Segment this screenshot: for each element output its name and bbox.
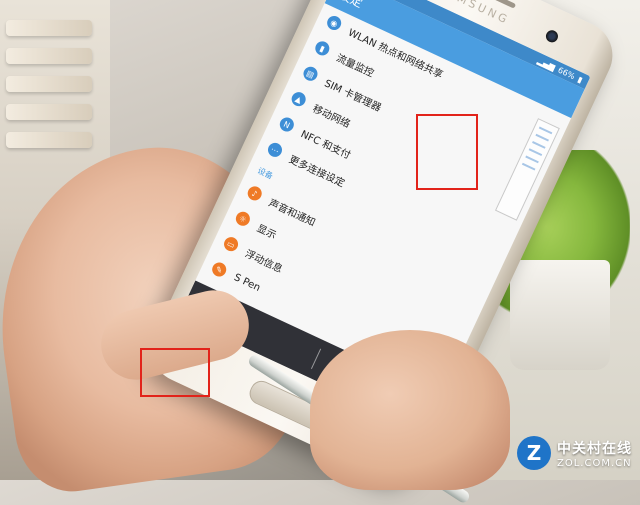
zol-logo-icon: Z: [517, 436, 551, 470]
nfc-icon: N: [277, 115, 297, 134]
settings-item-label: 显示: [255, 222, 278, 242]
watermark-text: 中关村在线 ZOL.COM.CN: [557, 438, 632, 469]
sim-card-icon: ▤: [301, 64, 320, 84]
watermark: Z 中关村在线 ZOL.COM.CN: [517, 436, 632, 470]
right-hand: [310, 330, 510, 490]
preview-line: [535, 133, 549, 142]
highlight-box-scroll-preview: [416, 114, 478, 190]
mobile-network-icon: ▲: [289, 89, 308, 109]
settings-item-label: S Pen: [232, 271, 263, 294]
more-connections-icon: ⋯: [265, 140, 285, 160]
preview-line: [521, 162, 536, 171]
highlight-box-capture-more: [140, 348, 210, 397]
watermark-domain: ZOL.COM.CN: [557, 457, 632, 469]
sound-icon: ♪: [245, 184, 265, 203]
preview-line: [528, 148, 543, 157]
preview-line: [525, 155, 539, 164]
s-pen-icon: ✎: [209, 260, 229, 279]
floating-info-icon: ▭: [221, 234, 241, 254]
preview-line: [538, 126, 553, 135]
preview-line: [532, 141, 546, 149]
battery-icon: ▮: [576, 74, 585, 85]
data-usage-icon: ▮: [313, 39, 332, 58]
wifi-hotspot-icon: ◉: [324, 13, 344, 33]
page-title: 设定: [337, 0, 366, 11]
watermark-name: 中关村在线: [557, 440, 632, 457]
display-icon: ☼: [233, 209, 253, 229]
